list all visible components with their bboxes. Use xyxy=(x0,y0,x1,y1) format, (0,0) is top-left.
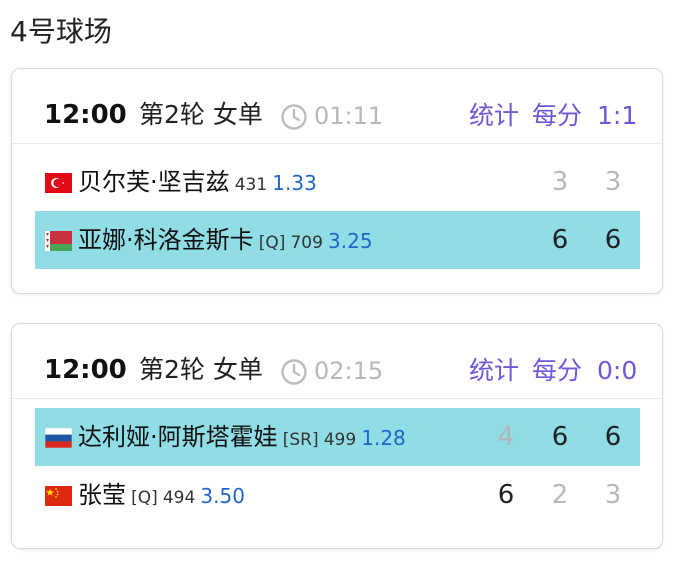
russia-flag-icon xyxy=(45,428,72,448)
player-rank: 431 xyxy=(234,175,268,195)
player-rank: 499 xyxy=(323,430,357,450)
player-name[interactable]: 亚娜·科洛金斯卡 xyxy=(78,226,254,254)
player-rank: 494 xyxy=(162,488,196,508)
player-name[interactable]: 达利娅·阿斯塔霍娃 xyxy=(78,423,278,451)
player-row[interactable]: 贝尔芙·坚吉兹 431 1.33 3 3 xyxy=(35,153,640,211)
player-odds: 3.25 xyxy=(328,229,373,253)
player-info: 亚娜·科洛金斯卡 [Q] 709 3.25 xyxy=(78,221,373,262)
china-flag-icon xyxy=(45,486,72,506)
set-score: 4 xyxy=(497,422,515,452)
head-to-head-link[interactable]: 1:1 xyxy=(597,98,637,134)
clock-icon xyxy=(281,104,307,130)
set-score: 6 xyxy=(551,225,569,255)
set-score: 3 xyxy=(604,167,622,197)
belarus-flag-icon xyxy=(45,231,72,251)
player-rank: 709 xyxy=(290,233,323,253)
player-odds: 1.33 xyxy=(272,171,317,195)
match-duration: 01:11 xyxy=(314,102,384,130)
set-score: 6 xyxy=(551,422,569,452)
clock-icon xyxy=(281,359,307,385)
point-by-point-link[interactable]: 每分 xyxy=(532,353,582,389)
set-score: 2 xyxy=(551,480,569,510)
head-to-head-link[interactable]: 0:0 xyxy=(597,353,637,389)
set-score: 6 xyxy=(604,225,622,255)
stats-link[interactable]: 统计 xyxy=(469,98,519,134)
set-score: 3 xyxy=(604,480,622,510)
point-by-point-link[interactable]: 每分 xyxy=(532,98,582,134)
match-header: 12:00 第2轮 女单 01:11 统计 每分 1:1 xyxy=(12,69,662,144)
player-seed: [SR] xyxy=(282,430,319,450)
player-row[interactable]: 张莹 [Q] 494 3.50 6 2 3 xyxy=(35,466,640,524)
match-time: 12:00 xyxy=(44,355,127,385)
turkey-flag-icon xyxy=(45,173,72,193)
player-seed: [Q] xyxy=(258,233,286,253)
player-info: 贝尔芙·坚吉兹 431 1.33 xyxy=(78,163,317,204)
set-score: 3 xyxy=(551,167,569,197)
match-round: 第2轮 女单 xyxy=(139,355,263,384)
match-round: 第2轮 女单 xyxy=(139,100,263,129)
match-card: 12:00 第2轮 女单 02:15 统计 每分 0:0 达利娅·阿斯塔霍娃 [… xyxy=(11,323,663,549)
set-score: 6 xyxy=(604,422,622,452)
match-card: 12:00 第2轮 女单 01:11 统计 每分 1:1 贝尔芙·坚吉兹 431… xyxy=(11,68,663,294)
stats-link[interactable]: 统计 xyxy=(469,353,519,389)
match-duration: 02:15 xyxy=(314,357,384,385)
match-time: 12:00 xyxy=(44,100,127,130)
court-title: 4号球场 xyxy=(10,15,112,48)
player-odds: 1.28 xyxy=(361,426,406,450)
player-info: 达利娅·阿斯塔霍娃 [SR] 499 1.28 xyxy=(78,418,406,459)
match-header: 12:00 第2轮 女单 02:15 统计 每分 0:0 xyxy=(12,324,662,399)
player-row-winner[interactable]: 达利娅·阿斯塔霍娃 [SR] 499 1.28 4 6 6 xyxy=(35,408,640,466)
set-score: 6 xyxy=(497,480,515,510)
player-info: 张莹 [Q] 494 3.50 xyxy=(78,476,245,517)
player-seed: [Q] xyxy=(131,488,158,508)
player-odds: 3.50 xyxy=(200,484,245,508)
player-name[interactable]: 贝尔芙·坚吉兹 xyxy=(78,168,230,196)
player-name[interactable]: 张莹 xyxy=(78,481,126,509)
player-row-winner[interactable]: 亚娜·科洛金斯卡 [Q] 709 3.25 6 6 xyxy=(35,211,640,269)
